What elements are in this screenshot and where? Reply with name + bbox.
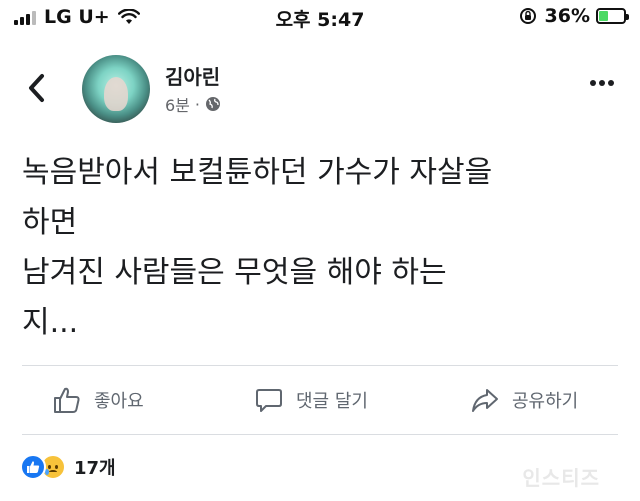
status-bar: LG U+ 오후 5:47 36% bbox=[0, 0, 640, 34]
thumbs-up-icon bbox=[54, 387, 80, 413]
like-label: 좋아요 bbox=[94, 391, 144, 412]
reaction-count[interactable]: 17개 bbox=[74, 454, 116, 480]
divider bbox=[22, 434, 618, 435]
battery-charging-icon bbox=[596, 8, 629, 24]
share-label: 공유하기 bbox=[512, 391, 579, 412]
post-text-line: 지... bbox=[22, 305, 79, 340]
author-name[interactable]: 김아린 bbox=[165, 61, 220, 90]
like-button[interactable]: 좋아요 bbox=[52, 378, 144, 422]
comment-bubble-icon bbox=[256, 389, 282, 412]
post-time[interactable]: 6분 bbox=[165, 92, 190, 116]
battery-level-fill bbox=[599, 11, 608, 21]
share-button[interactable]: 공유하기 bbox=[470, 378, 578, 422]
like-reaction-icon bbox=[20, 454, 46, 480]
post-text-line: 하면 bbox=[22, 205, 78, 240]
comment-button[interactable]: 댓글 달기 bbox=[254, 378, 368, 422]
post-meta: 6분 · bbox=[165, 92, 221, 116]
share-arrow-icon bbox=[472, 389, 498, 412]
meta-separator: · bbox=[194, 94, 200, 114]
watermark: 인스티즈 bbox=[522, 466, 600, 490]
status-right: 36% bbox=[519, 5, 629, 27]
divider bbox=[22, 365, 618, 366]
comment-label: 댓글 달기 bbox=[296, 391, 368, 412]
globe-icon bbox=[206, 97, 220, 111]
battery-percent: 36% bbox=[544, 5, 590, 27]
rotation-lock-icon bbox=[519, 8, 536, 24]
post-text-line: 녹음받아서 보컬튠하던 가수가 자살을 bbox=[22, 155, 493, 190]
author-avatar[interactable] bbox=[82, 55, 150, 123]
more-options-icon[interactable] bbox=[587, 80, 614, 86]
post-actions: 좋아요 댓글 달기 공유하기 bbox=[0, 378, 640, 422]
post-text-line: 남겨진 사람들은 무엇을 해야 하는 bbox=[22, 255, 447, 290]
post-text: 녹음받아서 보컬튠하던 가수가 자살을 하면 남겨진 사람들은 무엇을 해야 하… bbox=[22, 148, 622, 348]
reactions-summary[interactable]: 17개 bbox=[20, 454, 116, 480]
back-arrow-icon[interactable] bbox=[24, 70, 50, 106]
